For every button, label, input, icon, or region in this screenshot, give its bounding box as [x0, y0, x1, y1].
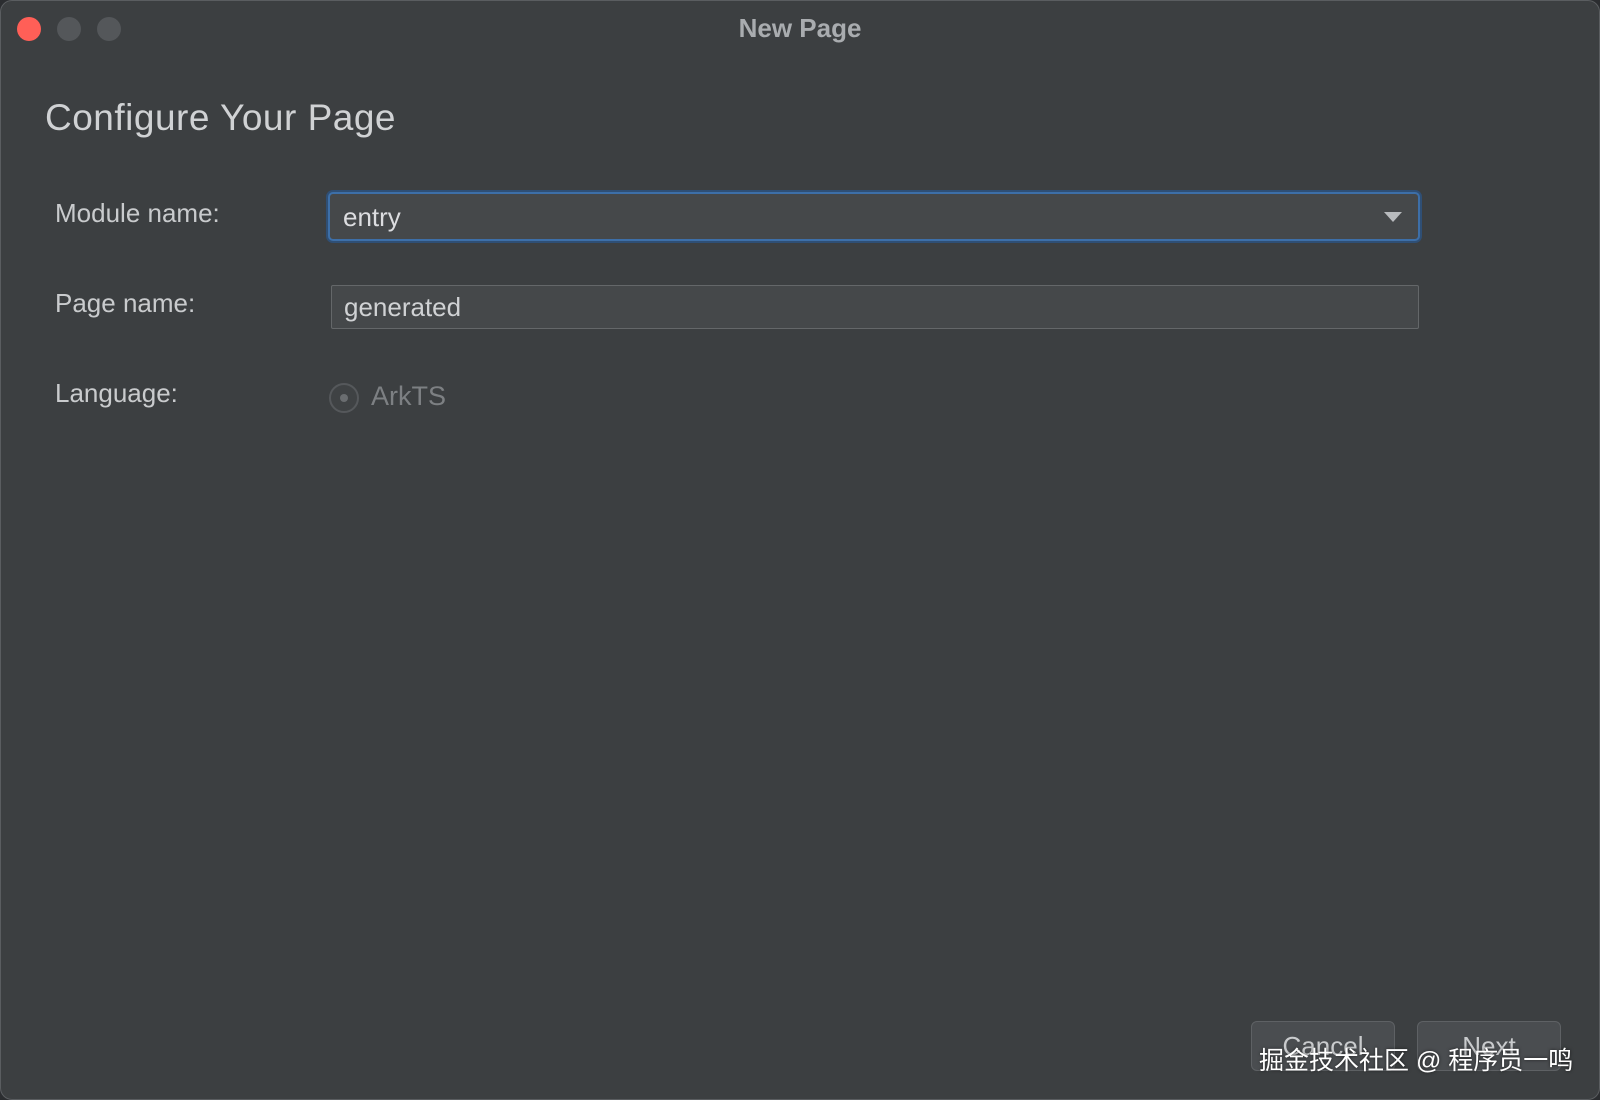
title-bar: New Page: [1, 1, 1599, 57]
arkts-radio-label[interactable]: ArkTS: [371, 381, 446, 412]
module-name-dropdown[interactable]: entry: [328, 192, 1420, 241]
radio-selected-dot: [340, 394, 348, 402]
page-name-label: Page name:: [55, 288, 196, 318]
watermark: 掘金技术社区 @ 程序员一鸣: [1259, 1047, 1574, 1075]
page-name-input[interactable]: generated: [331, 285, 1419, 329]
module-name-label: Module name:: [55, 198, 220, 228]
new-page-dialog: New Page Configure Your Page Module name…: [0, 0, 1600, 1100]
chevron-down-icon: [1384, 212, 1402, 222]
page-heading: Configure Your Page: [45, 97, 396, 138]
language-label: Language:: [55, 378, 178, 408]
module-name-value: entry: [343, 202, 401, 232]
window-title: New Page: [738, 13, 862, 43]
arkts-radio-button[interactable]: [329, 383, 359, 413]
